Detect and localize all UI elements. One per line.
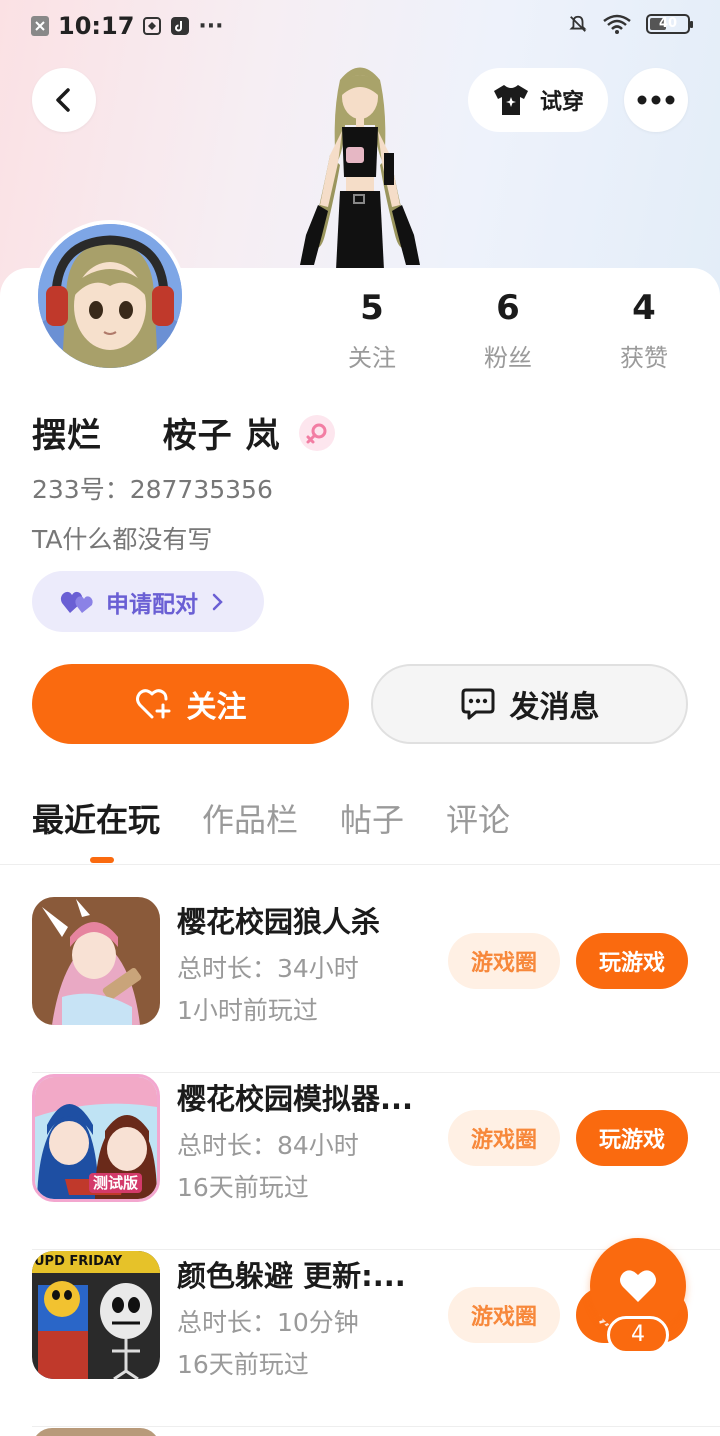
play-game-button[interactable]: 玩游戏 xyxy=(576,1110,688,1166)
notifications-off-icon xyxy=(568,14,588,34)
heart-icon xyxy=(620,1270,656,1302)
likes-label: 获赞 xyxy=(620,344,668,372)
game-thumbnail[interactable]: UPD FRIDAY xyxy=(32,1251,160,1379)
active-tab-indicator xyxy=(90,857,114,863)
game-list-item[interactable]: 测试版 樱花校园模拟器... 总时长：84小时 16天前玩过 游戏圈 玩游戏 xyxy=(32,1074,720,1250)
profile-tabs: 最近在玩 作品栏 帖子 评论 xyxy=(32,798,510,842)
game-last-played: 16天前玩过 xyxy=(177,1350,309,1379)
wifi-icon xyxy=(602,14,632,34)
avatar-character-figure xyxy=(280,55,440,270)
game-title: 樱花校园模拟器... xyxy=(177,1082,414,1116)
pair-request-label: 申请配对 xyxy=(106,591,198,618)
tab-posts[interactable]: 帖子 xyxy=(340,798,404,842)
heart-plus-icon xyxy=(135,689,170,719)
game-thumbnail[interactable]: 测试版 xyxy=(32,1074,160,1202)
game-last-played: 16天前玩过 xyxy=(177,1173,309,1202)
like-count-badge: 4 xyxy=(607,1316,669,1354)
try-on-button[interactable]: 试穿 xyxy=(468,68,608,132)
play-game-button[interactable]: 玩游戏 xyxy=(576,933,688,989)
message-label: 发消息 xyxy=(509,690,600,725)
game-thumbnail[interactable] xyxy=(32,897,160,1025)
follow-button[interactable]: 关注 xyxy=(32,664,349,744)
test-version-badge: 测试版 xyxy=(89,1173,143,1193)
following-label: 关注 xyxy=(348,344,396,372)
likes-count: 4 xyxy=(632,288,656,328)
double-heart-icon xyxy=(60,591,93,613)
status-time: 10:17 xyxy=(58,12,135,40)
followers-label: 粉丝 xyxy=(484,344,532,372)
message-button[interactable]: 发消息 xyxy=(371,664,688,744)
user-bio: TA什么都没有写 xyxy=(32,525,213,554)
row-divider xyxy=(32,1072,720,1073)
status-bar: 10:17 ··· 40 xyxy=(0,0,720,56)
followers-count: 6 xyxy=(496,288,520,328)
user-id: 233号：287735356 xyxy=(32,475,273,504)
profile-page: 10:17 ··· 40 xyxy=(0,0,720,1436)
back-button[interactable] xyxy=(32,68,96,132)
more-button[interactable] xyxy=(624,68,688,132)
avatar[interactable] xyxy=(34,220,186,372)
game-circle-button[interactable]: 游戏圈 xyxy=(448,933,560,989)
following-count: 5 xyxy=(360,288,384,328)
game-total-time: 总时长：34小时 xyxy=(177,954,359,983)
profile-stats: 5 关注 6 粉丝 4 获赞 xyxy=(304,288,712,373)
female-gender-icon xyxy=(298,414,335,451)
game-title: 樱花校园狼人杀 xyxy=(177,905,381,939)
more-dots-icon xyxy=(637,95,675,105)
game-list-item[interactable]: 樱花校园狼人杀 总时长：34小时 1小时前玩过 游戏圈 玩游戏 xyxy=(32,897,720,1073)
try-on-label: 试穿 xyxy=(539,90,584,115)
tab-comments[interactable]: 评论 xyxy=(446,798,510,842)
tiktok-icon xyxy=(170,16,190,36)
tabs-divider xyxy=(0,864,720,865)
username: 摆烂 ​桉子 岚 xyxy=(32,416,281,456)
stat-following[interactable]: 5 关注 xyxy=(304,288,440,373)
status-more-dots: ··· xyxy=(198,13,224,39)
stat-followers[interactable]: 6 粉丝 xyxy=(440,288,576,373)
next-game-thumbnail-partial xyxy=(32,1428,160,1436)
app-close-icon xyxy=(30,16,50,36)
follow-label: 关注 xyxy=(186,690,247,725)
tshirt-icon xyxy=(493,85,528,115)
name-row: 摆烂 ​桉子 岚 xyxy=(32,408,335,457)
chevron-right-icon xyxy=(212,593,223,610)
game-total-time: 总时长：84小时 xyxy=(177,1131,359,1160)
game-title: 颜色躲避 更新:... xyxy=(177,1259,406,1293)
screenshot-icon xyxy=(142,16,162,36)
tab-recently-played[interactable]: 最近在玩 xyxy=(32,798,160,842)
game-last-played: 1小时前玩过 xyxy=(177,996,318,1025)
stat-likes[interactable]: 4 获赞 xyxy=(576,288,712,373)
game-total-time: 总时长：10分钟 xyxy=(177,1308,359,1337)
game-circle-button[interactable]: 游戏圈 xyxy=(448,1287,560,1343)
battery-icon: 40 xyxy=(646,14,693,34)
pair-request-button[interactable]: 申请配对 xyxy=(32,571,264,632)
battery-level: 40 xyxy=(658,16,678,31)
game-circle-button[interactable]: 游戏圈 xyxy=(448,1110,560,1166)
update-badge: UPD FRIDAY xyxy=(34,1254,123,1269)
chat-bubble-icon xyxy=(461,688,494,720)
chevron-left-icon xyxy=(56,88,70,112)
tab-works[interactable]: 作品栏 xyxy=(202,798,298,842)
row-divider xyxy=(32,1426,720,1427)
